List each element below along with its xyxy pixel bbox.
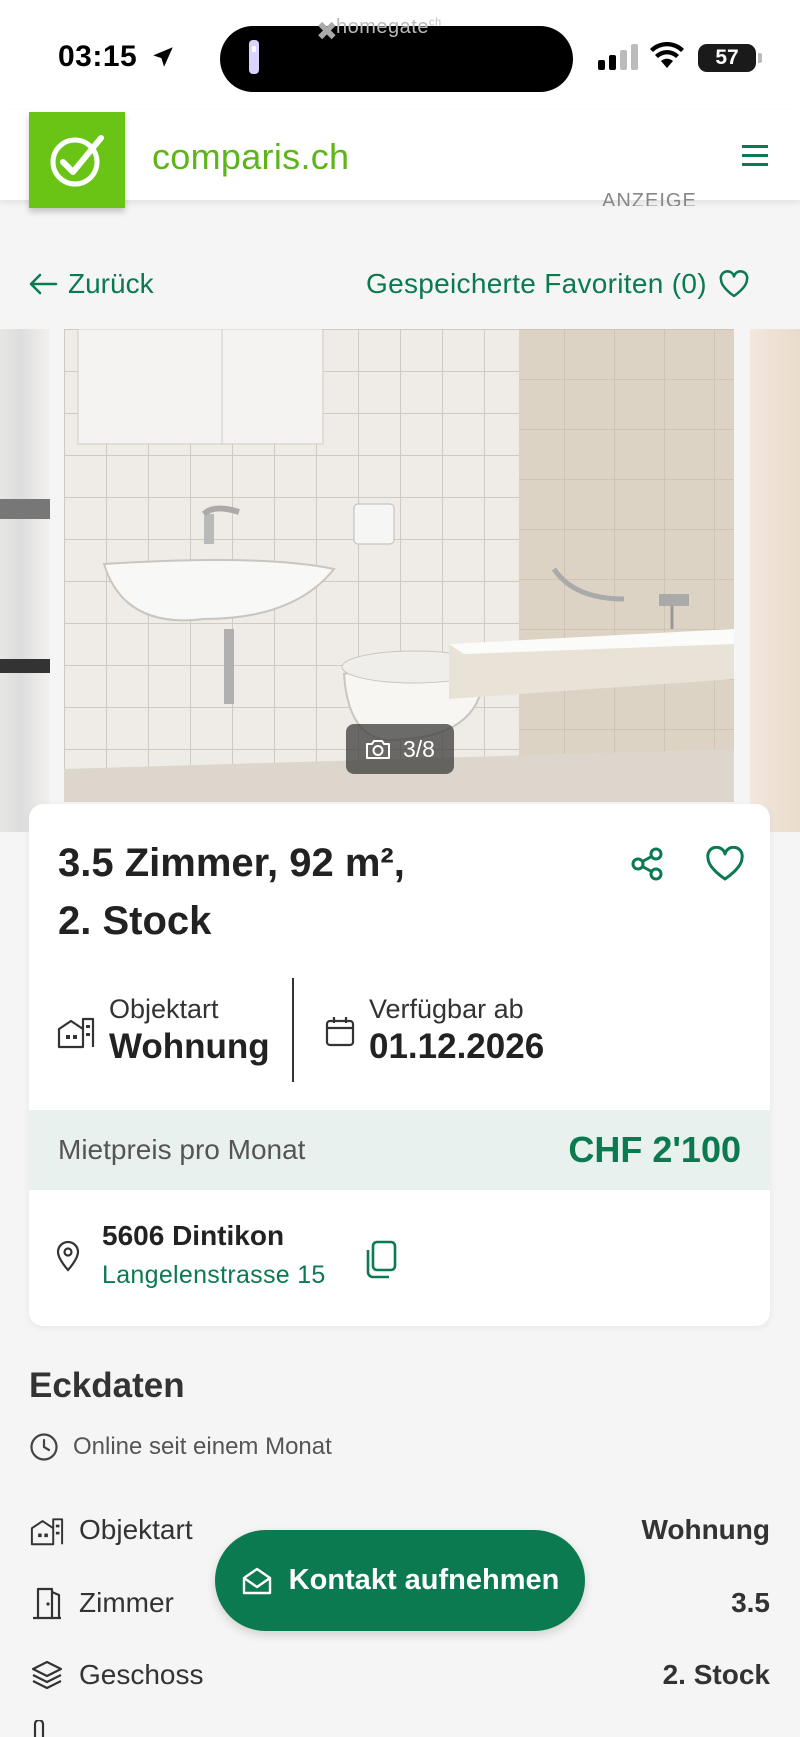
share-icon[interactable] — [629, 846, 665, 882]
building-icon — [29, 1512, 65, 1548]
layers-icon — [29, 1657, 65, 1693]
status-bar: 03:15 homegatech ✖ 57 — [0, 0, 800, 110]
envelope-open-icon — [242, 1567, 271, 1594]
online-since: Online seit einem Monat — [29, 1432, 332, 1462]
previous-photo[interactable] — [0, 329, 50, 832]
next-row-icon — [33, 1720, 45, 1737]
battery-indicator: 57 — [698, 44, 762, 72]
detail-value: 3.5 — [731, 1587, 770, 1618]
object-type-value: Wohnung — [109, 1027, 270, 1066]
key-data-title: Eckdaten — [29, 1366, 185, 1405]
listing-card: 3.5 Zimmer, 92 m², 2. Stock Objektart Wo… — [29, 804, 770, 1326]
price-row: Mietpreis pro Monat CHF 2'100 — [29, 1110, 770, 1190]
door-icon — [29, 1585, 65, 1621]
wifi-icon — [650, 42, 684, 68]
camera-icon — [366, 740, 390, 759]
address-street[interactable]: Langelenstrasse 15 — [102, 1261, 326, 1290]
photo-gallery[interactable]: 3/8 — [0, 329, 800, 832]
favorite-heart-icon[interactable] — [705, 846, 745, 882]
listing-title-line1: 3.5 Zimmer, 92 m², — [58, 841, 405, 885]
calendar-icon — [325, 1016, 355, 1046]
cellular-signal-icon — [598, 44, 638, 70]
location-arrow-icon — [153, 47, 173, 67]
meta-divider — [292, 978, 294, 1082]
detail-value: 2. Stock — [662, 1659, 770, 1690]
site-header: comparis.ch — [0, 110, 800, 208]
back-link[interactable]: Zurück — [28, 268, 154, 300]
address-city: 5606 Dintikon — [102, 1220, 285, 1251]
availability-meta: Verfügbar ab 01.12.2026 — [325, 994, 544, 1067]
detail-label: Objektart — [79, 1514, 193, 1545]
object-type-meta: Objektart Wohnung — [57, 994, 270, 1067]
saved-favorites-link[interactable]: Gespeicherte Favoriten (0) — [366, 268, 749, 300]
next-photo[interactable] — [750, 329, 800, 832]
detail-value: Wohnung — [641, 1514, 770, 1545]
contact-button-label: Kontakt aufnehmen — [288, 1564, 560, 1596]
brand-name[interactable]: comparis.ch — [152, 136, 349, 178]
price-label: Mietpreis pro Monat — [58, 1134, 306, 1165]
status-time: 03:15 — [58, 40, 138, 73]
available-value: 01.12.2026 — [369, 1027, 545, 1066]
favorites-label: Gespeicherte Favoriten (0) — [366, 268, 707, 299]
contact-button[interactable]: Kontakt aufnehmen — [215, 1530, 585, 1631]
ad-label: ANZEIGE — [602, 190, 697, 206]
detail-row-geschoss: Geschoss 2. Stock — [29, 1655, 770, 1695]
listing-title: 3.5 Zimmer, 92 m², 2. Stock — [58, 834, 558, 950]
hamburger-menu-icon[interactable] — [742, 145, 768, 167]
object-type-label: Objektart — [109, 994, 219, 1024]
close-icon: ✖ — [316, 16, 338, 46]
photo-counter-text: 3/8 — [403, 735, 435, 762]
price-value: CHF 2'100 — [568, 1129, 741, 1170]
photo-counter: 3/8 — [346, 724, 454, 774]
online-since-text: Online seit einem Monat — [73, 1433, 332, 1460]
back-label: Zurück — [68, 268, 154, 299]
copy-icon[interactable] — [362, 1240, 398, 1280]
map-pin-icon — [56, 1240, 80, 1272]
listing-title-line2: 2. Stock — [58, 899, 212, 943]
available-label: Verfügbar ab — [369, 994, 524, 1024]
heart-outline-icon — [719, 270, 749, 298]
clock-icon — [30, 1433, 58, 1461]
checkmark-logo-icon — [50, 135, 104, 187]
detail-label: Zimmer — [79, 1587, 174, 1618]
building-icon — [57, 1017, 95, 1048]
island-app-label: homegatech — [336, 16, 442, 38]
flashlight-icon — [249, 40, 259, 74]
detail-label: Geschoss — [79, 1659, 204, 1690]
comparis-logo[interactable] — [29, 112, 125, 208]
arrow-left-icon — [29, 273, 58, 295]
